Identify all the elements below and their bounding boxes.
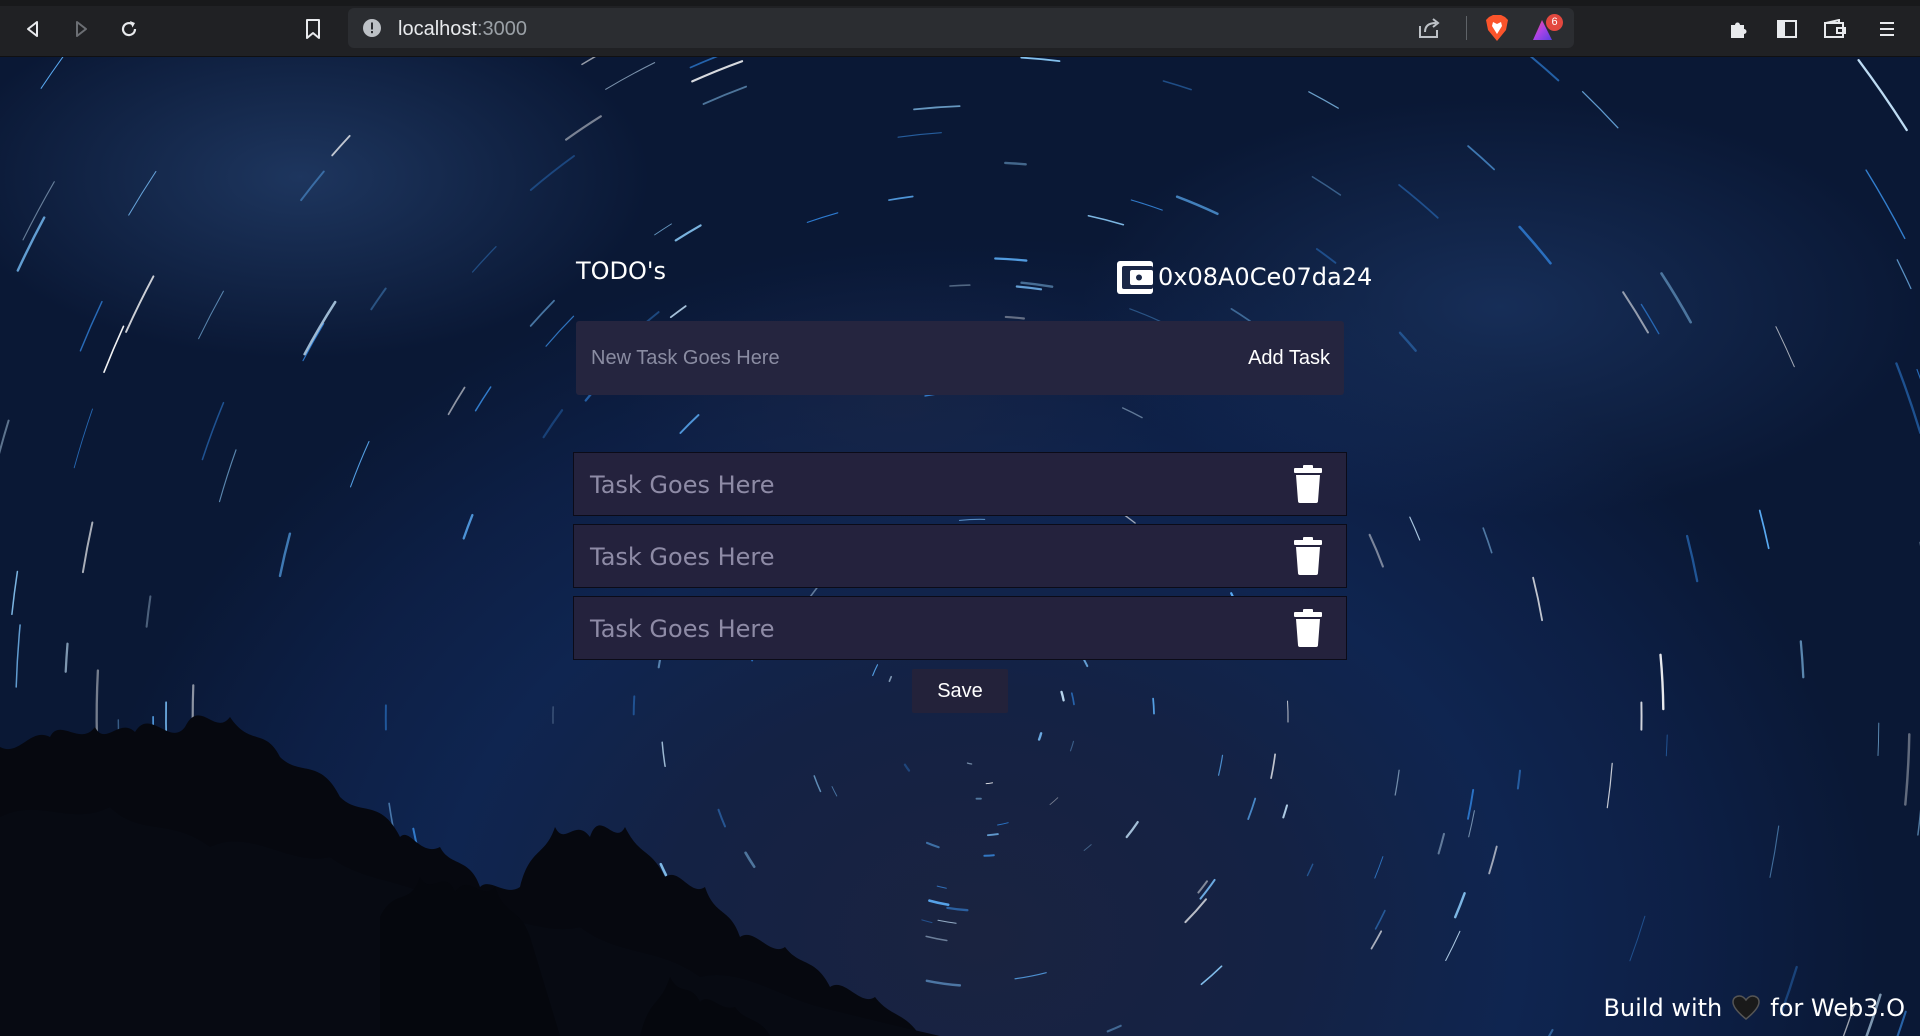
address-bar[interactable]: localhost:3000 6 [348,8,1574,48]
back-arrow-icon[interactable] [16,12,50,46]
wallet-address: 0x08A0Ce07da24 [1158,263,1373,291]
new-task-input[interactable] [576,321,1216,395]
url-port: :3000 [476,18,527,40]
new-task-form: Add Task [576,321,1344,395]
task-list: Task Goes Here Task Goes Here Task Goes … [573,452,1347,668]
hamburger-menu-icon[interactable] [1870,12,1904,46]
page-viewport: TODO's 0x08A0Ce07da24 Add Task Task Goes… [0,57,1920,1036]
bookmark-icon[interactable] [296,12,330,46]
info-icon[interactable] [362,18,382,38]
add-task-button[interactable]: Add Task [1242,321,1336,395]
task-text[interactable]: Task Goes Here [590,525,775,589]
forward-arrow-icon[interactable] [64,12,98,46]
trash-icon[interactable] [1294,465,1322,503]
tab-strip [0,0,1920,6]
page-title: TODO's [576,257,667,285]
task-text[interactable]: Task Goes Here [590,597,775,661]
trash-icon[interactable] [1294,609,1322,647]
trash-icon[interactable] [1294,537,1322,575]
task-row: Task Goes Here [573,452,1347,516]
task-row: Task Goes Here [573,596,1347,660]
footer-credit: Build with for Web3.O [1603,994,1905,1022]
footer-prefix: Build with [1603,994,1723,1022]
puzzle-icon[interactable] [1722,12,1756,46]
footer-suffix: for Web3.O [1770,994,1905,1022]
heart-icon [1732,995,1761,1020]
wallet-icon [1117,261,1153,294]
rewards-badge: 6 [1546,14,1563,31]
task-row: Task Goes Here [573,524,1347,588]
save-button[interactable]: Save [912,669,1008,713]
url-text[interactable]: localhost:3000 [398,18,527,41]
brave-lion-icon[interactable] [1484,14,1510,42]
divider [1466,16,1467,40]
wallet-icon[interactable] [1818,12,1852,46]
sidebar-icon[interactable] [1770,12,1804,46]
task-text[interactable]: Task Goes Here [590,453,775,517]
wallet-display: 0x08A0Ce07da24 [1116,258,1372,296]
reload-icon[interactable] [112,12,146,46]
share-icon[interactable] [1416,16,1442,40]
url-host: localhost [398,18,477,40]
rewards-triangle-icon[interactable]: 6 [1532,14,1564,44]
browser-toolbar: localhost:3000 6 [0,0,1920,57]
